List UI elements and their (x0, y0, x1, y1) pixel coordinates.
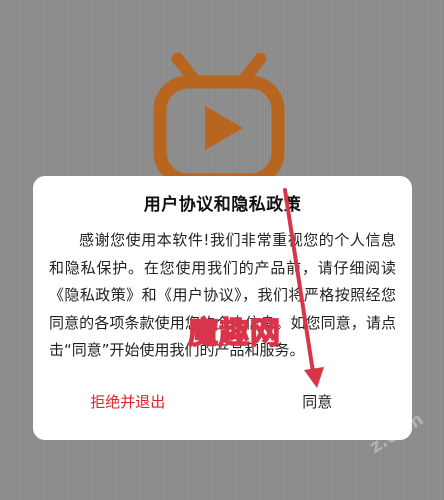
agree-button[interactable]: 同意 (223, 376, 413, 440)
dialog-actions: 拒绝并退出 同意 (33, 376, 412, 440)
dialog-body-text: 感谢您使用本软件!我们非常重视您的个人信息和隐私保护。在您使用我们的产品前，请仔… (49, 231, 396, 359)
dialog-title: 用户协议和隐私政策 (143, 195, 302, 215)
privacy-dialog: 用户协议和隐私政策 感谢您使用本软件!我们非常重视您的个人信息和隐私保护。在您使… (33, 176, 412, 440)
decline-exit-button[interactable]: 拒绝并退出 (33, 376, 223, 440)
tv-play-icon (153, 52, 285, 184)
